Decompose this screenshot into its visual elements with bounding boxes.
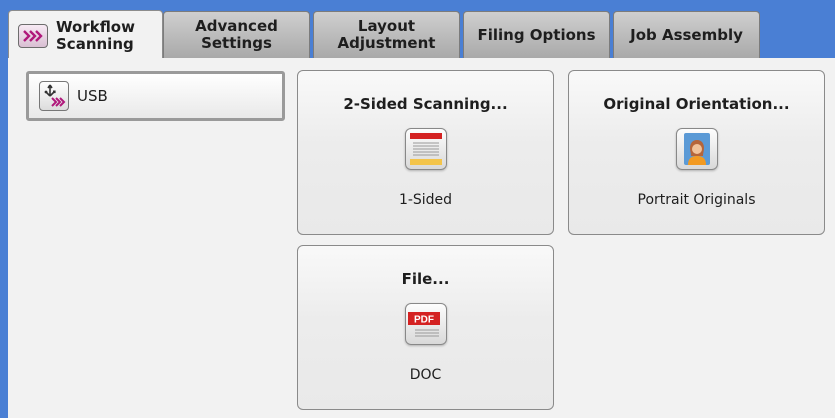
pdf-label: PDF <box>414 315 434 326</box>
two-sided-scanning-value: 1-Sided <box>398 192 453 208</box>
tab-label: Layout Adjustment <box>337 17 436 52</box>
pdf-document-icon: PDF <box>404 303 447 345</box>
original-orientation-title: Original Orientation... <box>603 95 790 113</box>
tab-label: Advanced Settings <box>195 17 278 52</box>
portrait-person-icon <box>675 128 718 170</box>
tab-advanced-settings[interactable]: Advanced Settings <box>163 11 310 58</box>
file-format-value: DOC <box>409 367 442 383</box>
workflow-scan-icon <box>18 23 48 48</box>
tab-job-assembly[interactable]: Job Assembly <box>613 11 760 58</box>
two-sided-scanning-title: 2-Sided Scanning... <box>343 95 508 113</box>
tab-label: Filing Options <box>477 25 596 44</box>
file-format-title: File... <box>401 270 450 288</box>
tab-workflow-scanning[interactable]: Workflow Scanning <box>8 10 163 60</box>
original-orientation-value: Portrait Originals <box>637 192 756 208</box>
tab-filing-options[interactable]: Filing Options <box>463 11 610 58</box>
tab-label: Job Assembly <box>630 25 743 44</box>
original-orientation-button[interactable]: Original Orientation... Portrait Origina… <box>568 70 825 235</box>
usb-destination-button[interactable]: USB <box>26 71 285 121</box>
file-format-button[interactable]: File... PDF DOC <box>297 245 554 410</box>
tab-layout-adjustment[interactable]: Layout Adjustment <box>313 11 460 58</box>
tab-label: Workflow Scanning <box>56 17 135 53</box>
two-sided-scanning-button[interactable]: 2-Sided Scanning... 1-Sided <box>297 70 554 235</box>
usb-icon <box>39 81 69 111</box>
one-sided-page-icon <box>404 128 447 170</box>
left-edge-stripe <box>0 58 8 418</box>
usb-label: USB <box>77 87 108 105</box>
